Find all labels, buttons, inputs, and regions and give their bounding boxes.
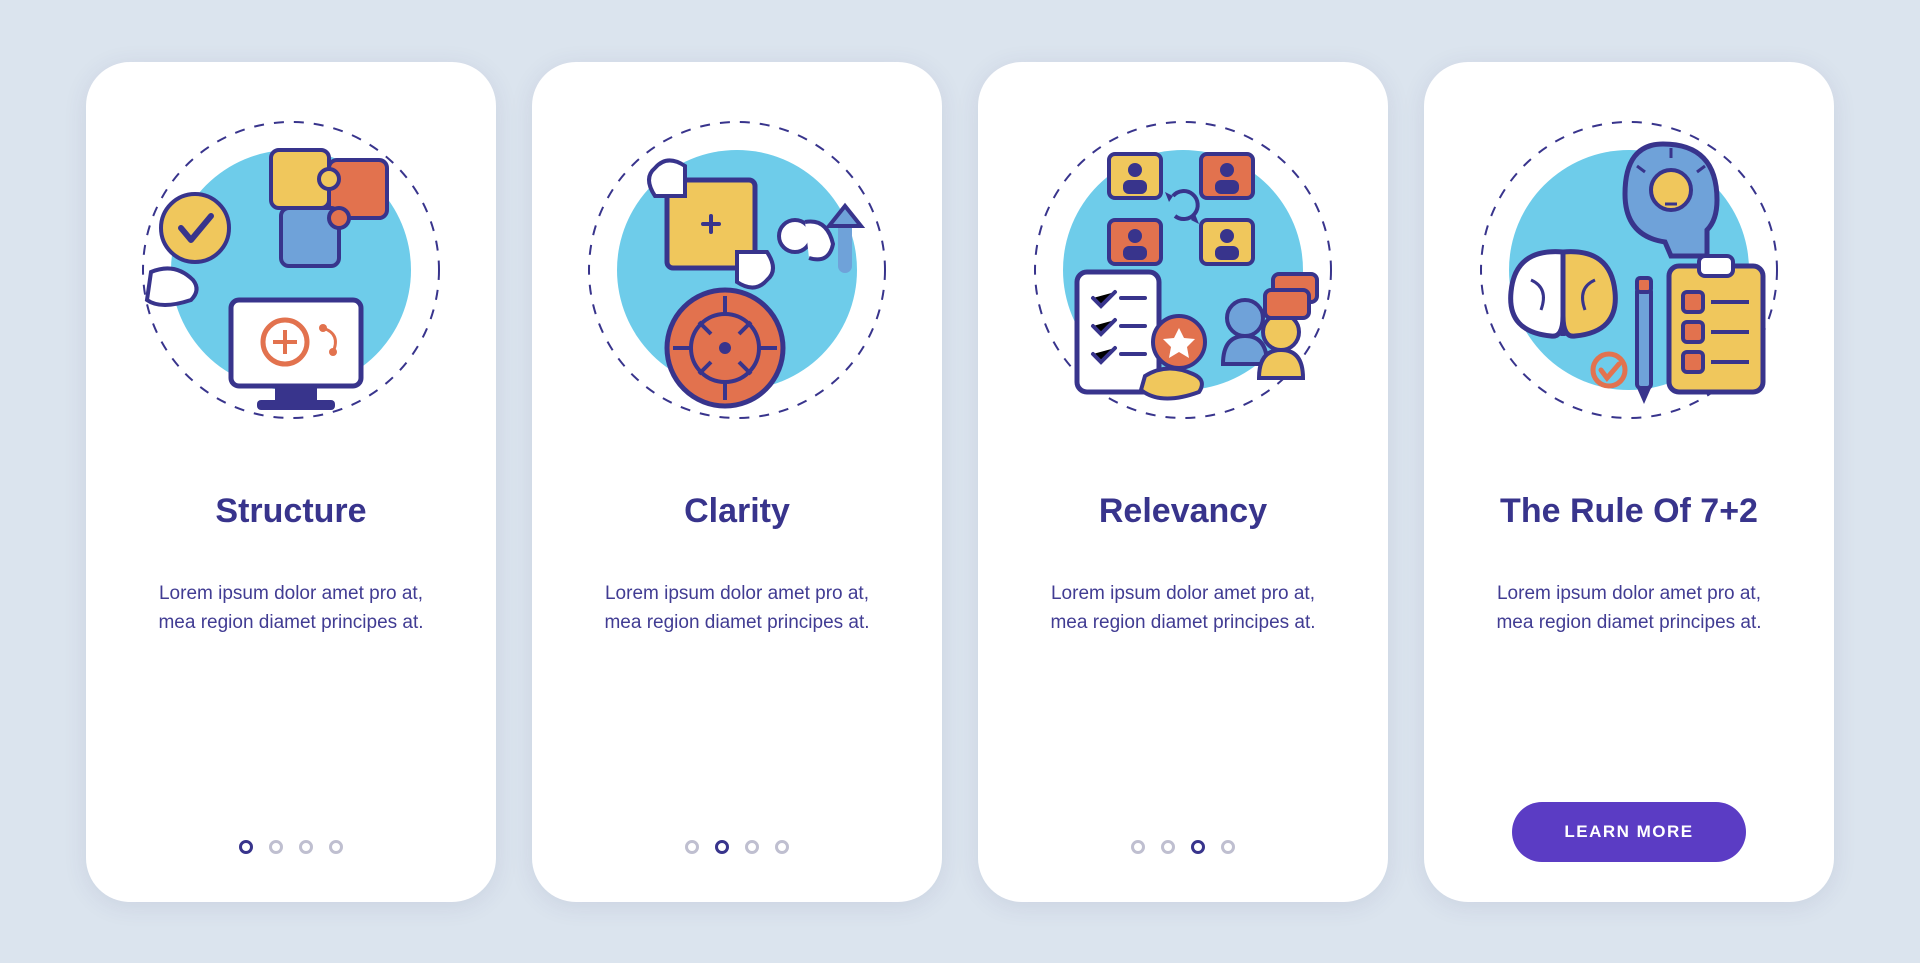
card-title: Structure: [215, 492, 366, 531]
target-hands-icon: [577, 110, 897, 430]
dot[interactable]: [1161, 840, 1175, 854]
onboarding-card-structure: Structure Lorem ipsum dolor amet pro at,…: [86, 62, 496, 902]
brain-checklist-icon: [1469, 110, 1789, 430]
onboarding-carousel: Structure Lorem ipsum dolor amet pro at,…: [62, 22, 1858, 942]
learn-more-button[interactable]: LEARN MORE: [1512, 802, 1745, 862]
card-body: Lorem ipsum dolor amet pro at, mea regio…: [141, 579, 441, 638]
pagination-dots: [239, 840, 343, 854]
puzzle-computer-icon: [131, 110, 451, 430]
dot[interactable]: [329, 840, 343, 854]
dot[interactable]: [715, 840, 729, 854]
dot[interactable]: [685, 840, 699, 854]
card-body: Lorem ipsum dolor amet pro at, mea regio…: [587, 579, 887, 638]
dot[interactable]: [1131, 840, 1145, 854]
dot[interactable]: [299, 840, 313, 854]
card-title: Clarity: [684, 492, 790, 531]
pagination-dots: [685, 840, 789, 854]
onboarding-card-rule-of-7: The Rule Of 7+2 Lorem ipsum dolor amet p…: [1424, 62, 1834, 902]
onboarding-card-clarity: Clarity Lorem ipsum dolor amet pro at, m…: [532, 62, 942, 902]
dot[interactable]: [239, 840, 253, 854]
dot[interactable]: [1221, 840, 1235, 854]
dot[interactable]: [775, 840, 789, 854]
pagination-dots: [1131, 840, 1235, 854]
card-body: Lorem ipsum dolor amet pro at, mea regio…: [1479, 579, 1779, 638]
people-network-icon: [1023, 110, 1343, 430]
dot[interactable]: [745, 840, 759, 854]
onboarding-card-relevancy: Relevancy Lorem ipsum dolor amet pro at,…: [978, 62, 1388, 902]
card-title: Relevancy: [1099, 492, 1267, 531]
dot[interactable]: [1191, 840, 1205, 854]
card-title: The Rule Of 7+2: [1500, 492, 1758, 531]
dot[interactable]: [269, 840, 283, 854]
card-body: Lorem ipsum dolor amet pro at, mea regio…: [1033, 579, 1333, 638]
